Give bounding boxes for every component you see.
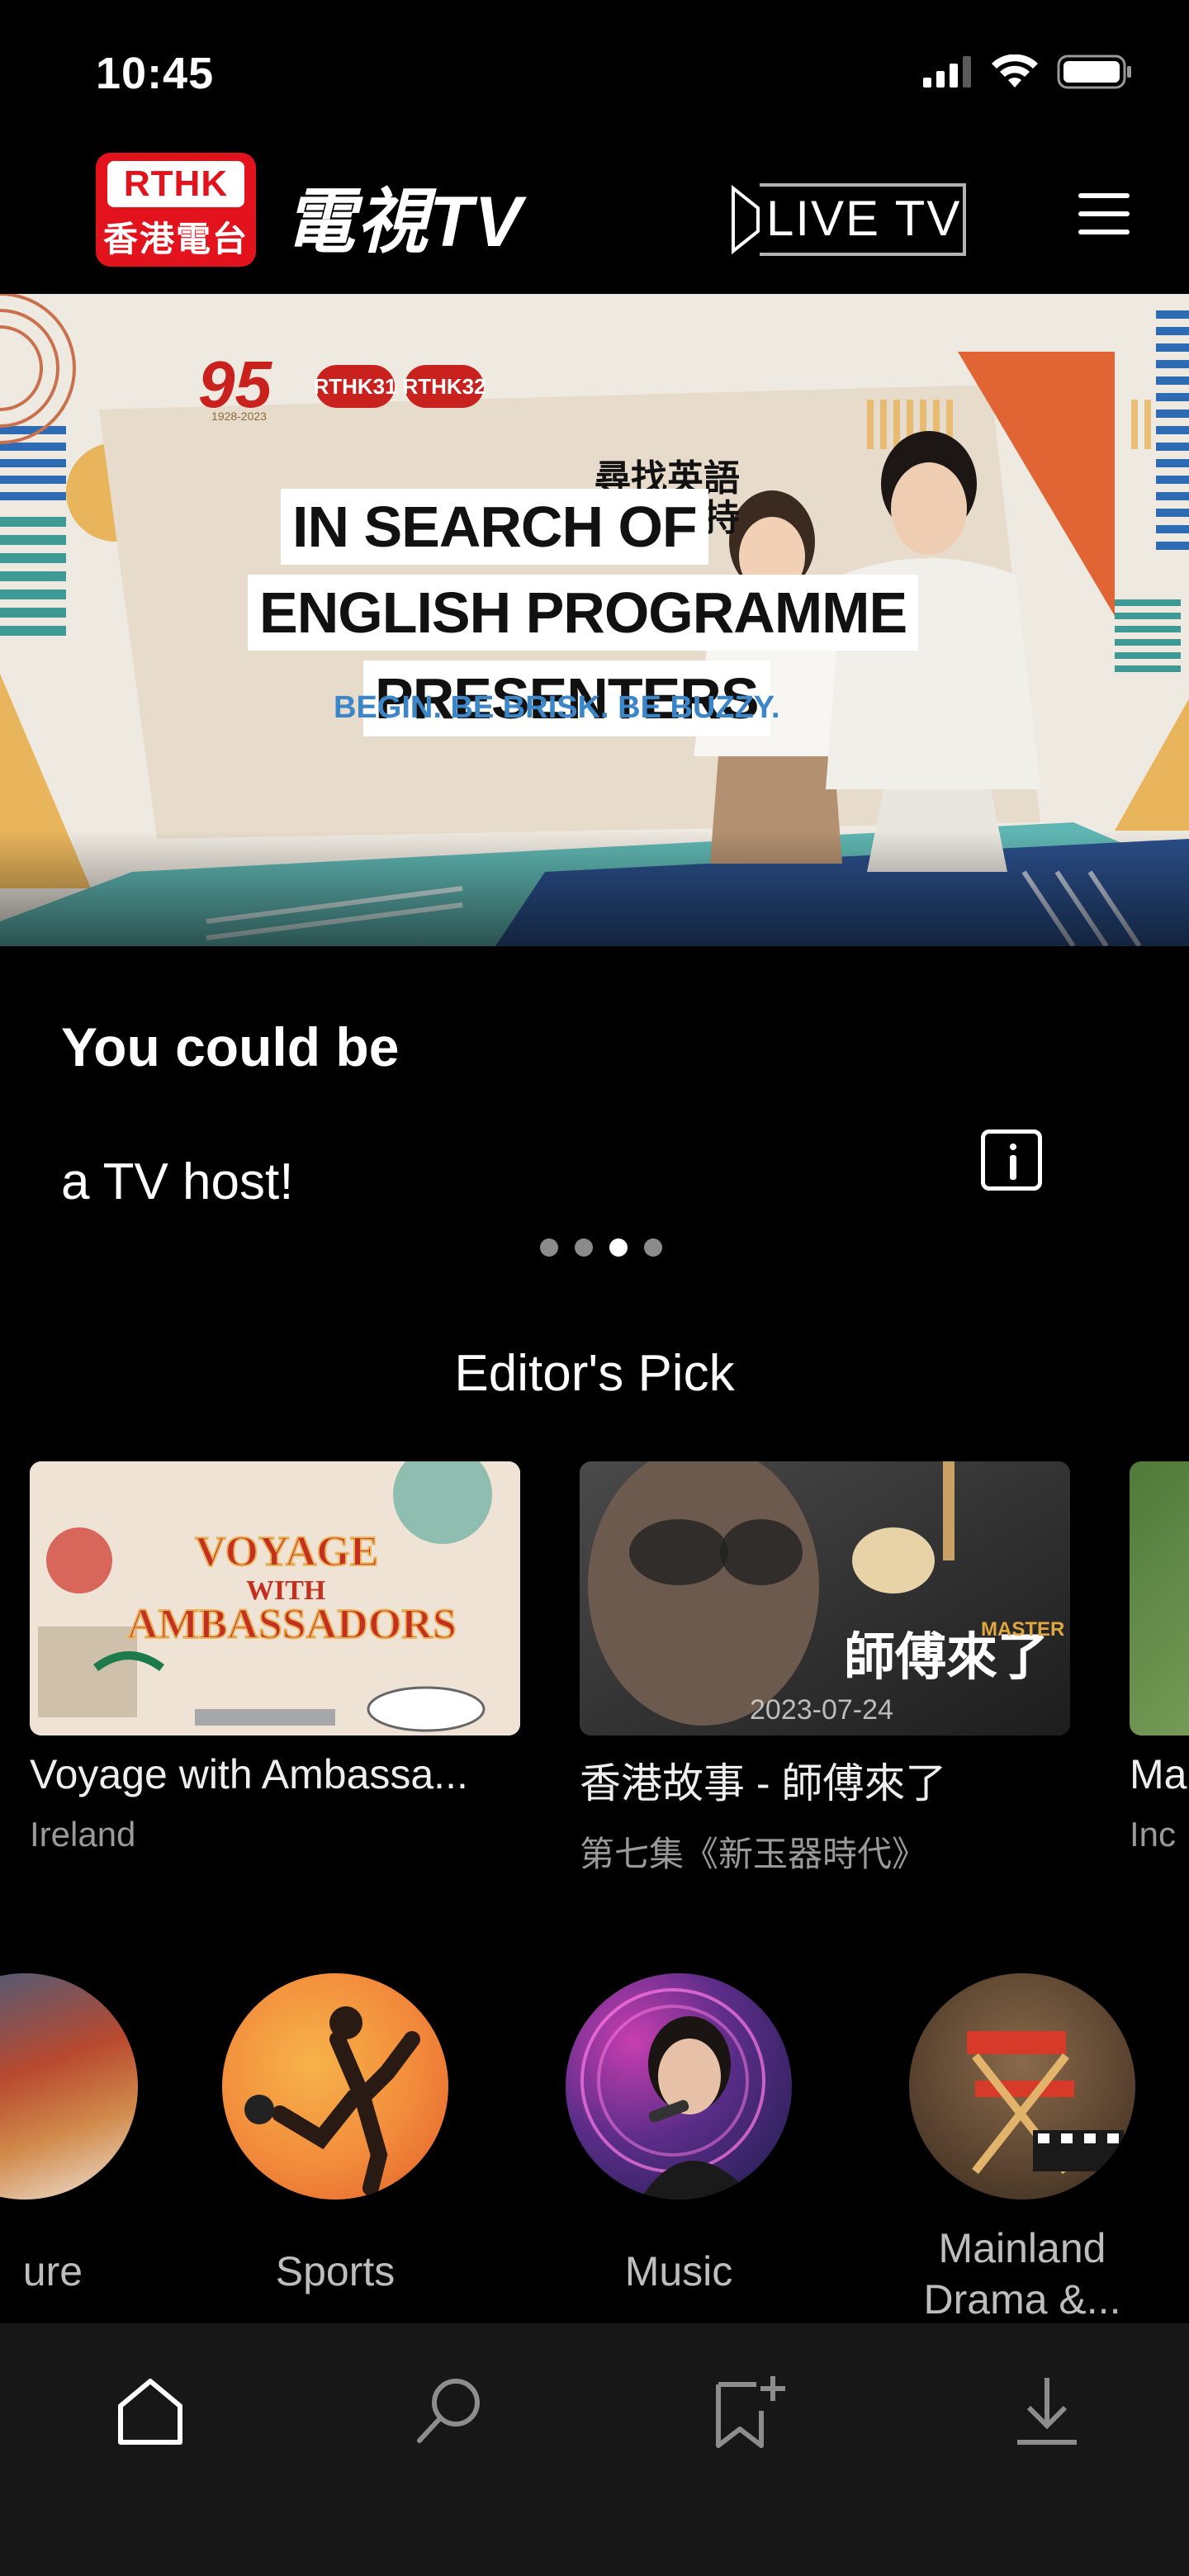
bottom-tab-bar [0,2323,1189,2576]
sports-player-figure [244,2006,420,2196]
category-image[interactable] [222,1973,448,2200]
status-icons [923,54,1133,89]
cellular-signal-icon [923,56,971,88]
program-card-subtitle: 第七集《新玉器時代》 [580,1835,927,1873]
wifi-icon [992,54,1038,88]
music-singer-figure [580,1988,765,2200]
logo-text-bottom: 香港電台 [102,219,249,258]
thumbnail-date: 2023-07-24 [750,1694,893,1726]
rthk-logo[interactable]: RTHK 香港電台 [96,153,256,267]
program-card-title: Ma [1130,1751,1187,1797]
program-card-title: 香港故事 - 師傅來了 [580,1760,947,1807]
banner-shade [0,831,1189,946]
tab-home[interactable] [109,2370,192,2452]
carousel-dot-active[interactable] [609,1238,628,1257]
category-label: Music [624,2248,733,2294]
program-card[interactable]: 師傅來了 MASTER 2023-07-24 香港故事 - 師傅來了 第七集《新… [580,1461,1070,1877]
live-tv-label: LIVE TV [766,191,962,246]
program-card-title: Voyage with Ambassa... [30,1751,468,1797]
hero-banner[interactable]: 95 1928-2023 RTHK31 RTHK32 尋找英語 電視主持 IN … [0,294,1189,946]
carousel-dot[interactable] [540,1238,558,1257]
banner-tagline: BEGIN. BE BRISK. BE BUZZY. [334,690,780,725]
tab-my-list[interactable] [707,2370,789,2452]
program-card[interactable]: VOYAGE WITH AMBASSADORS Voyage with Amba… [30,1461,520,1854]
tab-search[interactable] [408,2370,490,2452]
search-icon [417,2379,480,2443]
voyage-thumb-text-3: AMBASSADORS [126,1600,457,1649]
category-item[interactable]: Sports [211,1973,459,2297]
download-icon [1017,2378,1077,2445]
info-icon[interactable] [981,1129,1042,1191]
editors-pick-title: Editor's Pick [454,1345,735,1402]
category-label: ure [22,2248,83,2294]
program-card-subtitle: Ireland [30,1815,136,1854]
banner-caption-subtitle: a TV host! [61,1153,294,1210]
program-card[interactable]: Ma Inc [1130,1461,1189,1854]
home-icon [118,2379,182,2445]
banner-headline-line-1: IN SEARCH OF [281,489,708,565]
status-time: 10:45 [96,49,215,98]
carousel-dot[interactable] [575,1238,593,1257]
category-label: Mainland Drama &... [923,2225,1121,2323]
program-card-subtitle: Inc [1130,1815,1177,1854]
app-title: 電視TV [284,182,523,262]
app-header: RTHK 香港電台 電視TV LIVE TV [0,140,1189,297]
rthk-95-years: 1928-2023 [211,410,267,423]
carousel-page-indicator[interactable] [540,1238,662,1257]
logo-text-top: RTHK [107,161,244,207]
tab-downloads[interactable] [1006,2370,1088,2452]
rthk31-badge: RTHK31 [313,365,397,408]
program-thumbnail[interactable]: VOYAGE WITH AMBASSADORS [30,1461,520,1735]
category-carousel[interactable]: ure Sports Music Mainland Drama &... [0,1973,1189,2328]
program-thumbnail[interactable] [1130,1461,1189,1735]
category-item[interactable]: Mainland Drama &... [898,1973,1146,2325]
director-chair-figure [967,2031,1124,2175]
battery-icon [1057,54,1131,89]
live-tv-button[interactable]: LIVE TV [730,180,969,259]
carousel-dot[interactable] [644,1238,662,1257]
master-thumb-text-2: MASTER [981,1618,1065,1641]
bookmark-add-icon [716,2376,785,2448]
category-item[interactable]: Music [555,1973,803,2297]
category-image[interactable] [909,1973,1135,2200]
category-label: Sports [275,2248,396,2294]
hamburger-menu-icon[interactable] [1078,193,1130,236]
editors-pick-carousel[interactable]: VOYAGE WITH AMBASSADORS Voyage with Amba… [30,1461,1189,1891]
category-item[interactable]: ure [0,1973,149,2297]
voyage-thumb-text-1: VOYAGE [194,1527,379,1576]
category-image[interactable] [0,1973,138,2200]
banner-headline-line-2: ENGLISH PROGRAMME [248,575,919,651]
status-bar: 10:45 [0,0,1189,149]
banner-caption-title: You could be [61,1016,400,1077]
category-image[interactable] [566,1973,792,2200]
rthk32-badge: RTHK32 [402,365,486,408]
program-thumbnail[interactable]: 師傅來了 MASTER 2023-07-24 [580,1461,1070,1735]
